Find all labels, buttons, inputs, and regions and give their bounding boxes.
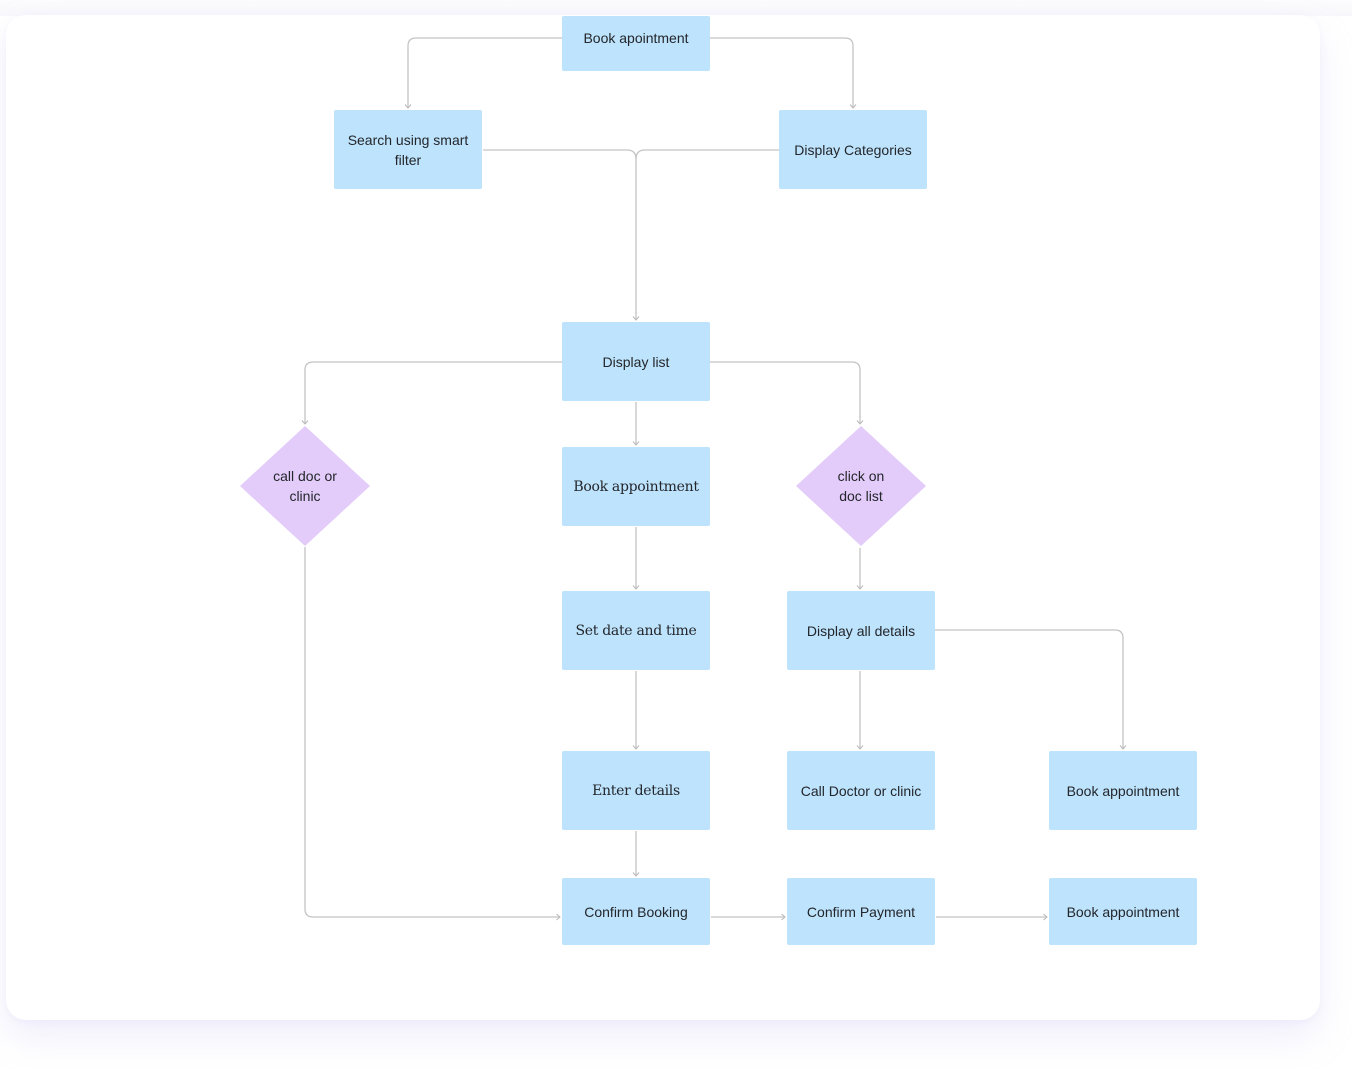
decision-label-line2: doc list [839,488,883,504]
node-book-appointment-end[interactable]: Book appointment [1049,878,1197,945]
node-search-smart-filter[interactable]: Search using smart filter [334,110,482,189]
node-display-categories[interactable]: Display Categories [779,110,927,189]
node-call-doctor-or-clinic[interactable]: Call Doctor or clinic [787,751,935,830]
decision-label-line1: call doc or [273,468,337,484]
node-display-all-details[interactable]: Display all details [787,591,935,670]
node-confirm-payment[interactable]: Confirm Payment [787,878,935,945]
decision-label-line2: clinic [289,488,321,504]
node-enter-details[interactable]: Enter details [562,751,710,830]
node-confirm-booking[interactable]: Confirm Booking [562,878,710,945]
canvas-top-strip [0,0,1352,16]
decision-label-line1: click on [837,468,885,484]
node-display-list[interactable]: Display list [562,322,710,401]
node-book-appointment-right[interactable]: Book appointment [1049,751,1197,830]
node-book-appointment-mid[interactable]: Book appointment [562,447,710,526]
node-book-apointment-start[interactable]: Book apointment [562,16,710,71]
decision-label: click on doc list [795,425,927,547]
decision-call-doc-or-clinic[interactable]: call doc or clinic [239,425,371,547]
decision-click-on-doc-list[interactable]: click on doc list [795,425,927,547]
node-set-date-time[interactable]: Set date and time [562,591,710,670]
decision-label: call doc or clinic [239,425,371,547]
